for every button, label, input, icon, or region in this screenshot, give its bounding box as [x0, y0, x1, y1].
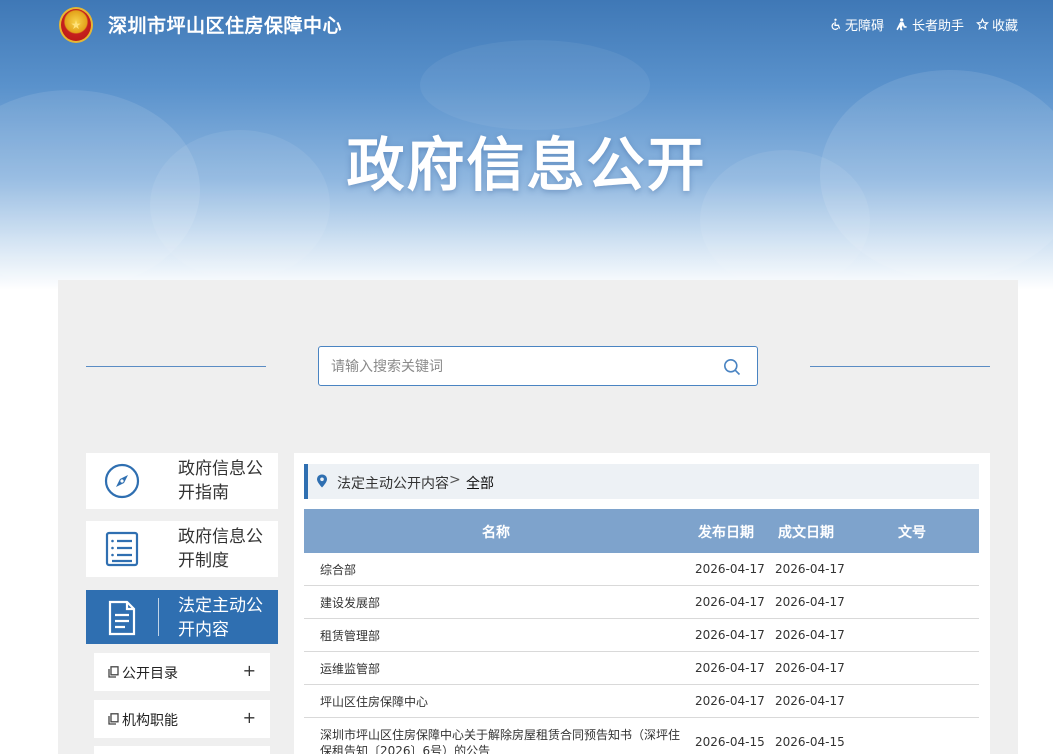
row-publish-date: 2026-04-17	[695, 661, 765, 675]
sidebar-subitem-label: 机构职能	[122, 713, 178, 729]
row-written-date: 2026-04-17	[775, 661, 845, 675]
sidebar-item-label: 法定主动公开内容	[178, 596, 263, 640]
expand-icon[interactable]: +	[243, 708, 256, 727]
wheelchair-icon	[831, 18, 841, 31]
elder-assistant-label: 长者助手	[911, 19, 964, 34]
table-row[interactable]: 运维监管部 2026-04-17 2026-04-17	[304, 652, 979, 685]
sidebar-subitem-label: 公开目录	[122, 666, 178, 682]
sidebar-item-label: 政府信息公开指南	[178, 459, 263, 503]
column-header-publish-date: 发布日期	[698, 525, 754, 541]
document-icon	[108, 600, 136, 636]
sidebar-item-guide[interactable]: 政府信息公开指南	[86, 453, 278, 509]
row-written-date: 2026-04-17	[775, 562, 845, 576]
sidebar-subitem-catalog[interactable]: 公开目录 +	[94, 653, 270, 691]
table-header: 名称 发布日期 成文日期 文号	[304, 509, 979, 553]
accessibility-link[interactable]: 无障碍	[829, 15, 884, 34]
row-name-link[interactable]: 坪山区住房保障中心	[320, 694, 685, 710]
breadcrumb-separator: >	[449, 472, 461, 488]
row-name-link[interactable]: 综合部	[320, 562, 685, 578]
sidebar-item-divider	[158, 598, 159, 636]
row-written-date: 2026-04-15	[775, 735, 845, 749]
accessibility-label: 无障碍	[844, 19, 884, 34]
elder-icon	[896, 18, 907, 31]
copy-icon	[108, 666, 119, 678]
table-row[interactable]: 租赁管理部 2026-04-17 2026-04-17	[304, 619, 979, 652]
expand-icon[interactable]: +	[243, 661, 256, 680]
row-name-link[interactable]: 深圳市坪山区住房保障中心关于解除房屋租赁合同预告知书（深坪住保租告知〔2026〕…	[320, 727, 685, 754]
column-header-name: 名称	[482, 525, 510, 541]
search-icon[interactable]	[723, 358, 741, 376]
search-divider-left	[86, 366, 266, 367]
row-written-date: 2026-04-17	[775, 628, 845, 642]
sidebar-item-label: 政府信息公开制度	[178, 527, 263, 571]
row-written-date: 2026-04-17	[775, 694, 845, 708]
copy-icon	[108, 713, 119, 725]
column-header-written-date: 成文日期	[778, 525, 834, 541]
page-banner-title: 政府信息公开	[346, 131, 707, 199]
table-row[interactable]: 综合部 2026-04-17 2026-04-17	[304, 553, 979, 586]
sidebar-item-system[interactable]: 政府信息公开制度	[86, 521, 278, 577]
row-publish-date: 2026-04-17	[695, 628, 765, 642]
location-pin-icon	[317, 474, 327, 488]
row-name-link[interactable]: 建设发展部	[320, 595, 685, 611]
row-written-date: 2026-04-17	[775, 595, 845, 609]
sidebar-subitem-next[interactable]	[94, 746, 270, 754]
row-publish-date: 2026-04-17	[695, 562, 765, 576]
list-document-icon	[105, 531, 139, 567]
table-row[interactable]: 坪山区住房保障中心 2026-04-17 2026-04-17	[304, 685, 979, 718]
column-header-doc-number: 文号	[898, 525, 926, 541]
breadcrumb-parent-link[interactable]: 法定主动公开内容	[337, 473, 449, 493]
banner-flower-decoration	[420, 40, 650, 130]
row-publish-date: 2026-04-15	[695, 735, 765, 749]
row-name-link[interactable]: 运维监管部	[320, 661, 685, 677]
content-panel: 法定主动公开内容 > 全部 名称 发布日期 成文日期 文号 综合部 2026-0…	[294, 453, 990, 754]
favorite-link[interactable]: 收藏	[976, 15, 1018, 34]
compass-icon	[104, 463, 140, 499]
search-box	[318, 346, 758, 386]
favorite-label: 收藏	[991, 19, 1018, 34]
sidebar-item-active-content[interactable]: 法定主动公开内容	[86, 590, 278, 644]
table-row[interactable]: 建设发展部 2026-04-17 2026-04-17	[304, 586, 979, 619]
breadcrumb-current: 全部	[466, 476, 494, 492]
row-name-link[interactable]: 租赁管理部	[320, 628, 685, 644]
row-publish-date: 2026-04-17	[695, 694, 765, 708]
national-emblem-logo[interactable]: ★	[59, 7, 93, 43]
table-row[interactable]: 深圳市坪山区住房保障中心关于解除房屋租赁合同预告知书（深坪住保租告知〔2026〕…	[304, 718, 979, 754]
search-divider-right	[810, 366, 990, 367]
row-publish-date: 2026-04-17	[695, 595, 765, 609]
star-icon	[976, 18, 989, 31]
sidebar-subitem-functions[interactable]: 机构职能 +	[94, 700, 270, 738]
top-links: 无障碍 长者助手 收藏	[829, 15, 1018, 34]
header-banner: ★ 深圳市坪山区住房保障中心 无障碍 长者助手 收藏 政府信息公开	[0, 0, 1053, 290]
site-title[interactable]: 深圳市坪山区住房保障中心	[108, 11, 342, 38]
search-input[interactable]	[331, 356, 711, 378]
elder-assistant-link[interactable]: 长者助手	[896, 15, 964, 34]
breadcrumb: 法定主动公开内容 > 全部	[304, 464, 979, 499]
